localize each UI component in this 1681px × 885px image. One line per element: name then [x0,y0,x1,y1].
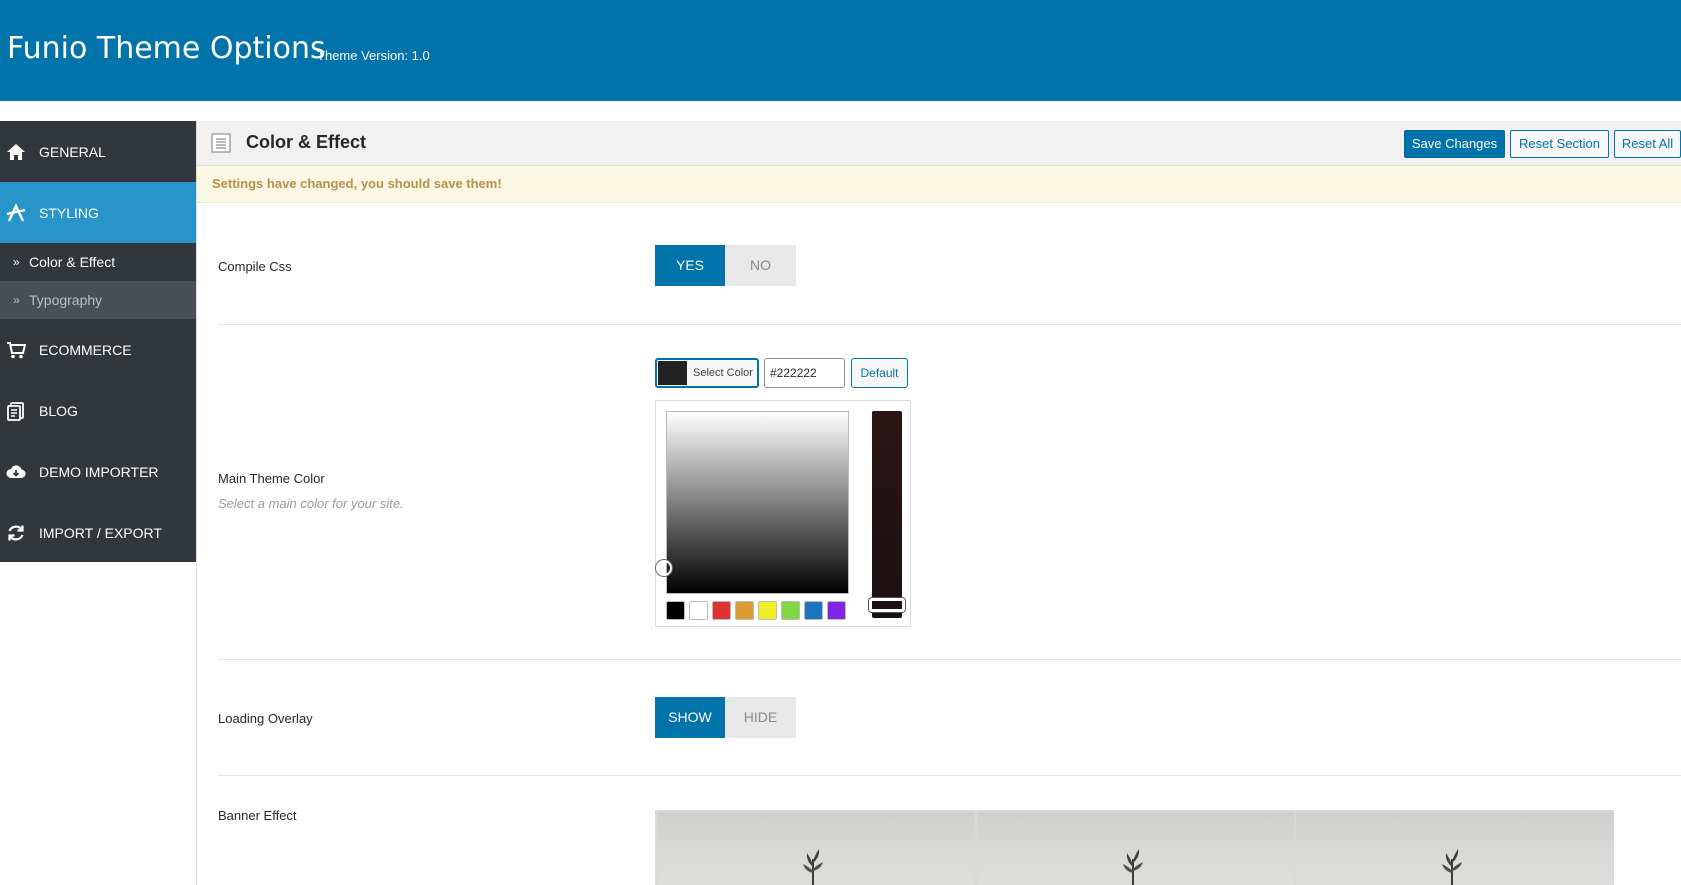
sidebar-item-label: ECOMMERCE [39,341,132,358]
sidebar-item-label: IMPORT / EXPORT [39,524,162,541]
sidebar-item-demo-importer[interactable]: DEMO IMPORTER [0,441,196,502]
select-color-button[interactable]: Select Color [655,358,759,388]
saturation-square[interactable] [666,411,849,594]
compile-css-yes-button[interactable]: YES [655,245,725,286]
compile-css-label: Compile Css [218,259,292,274]
loading-overlay-show-button[interactable]: SHOW [655,697,725,738]
theme-version: Theme Version: 1.0 [317,48,430,63]
page-title: Funio Theme Options [7,31,326,66]
palette-swatch-orange[interactable] [735,601,754,620]
reset-all-button[interactable]: Reset All [1614,130,1681,158]
hex-color-input[interactable] [764,358,845,388]
palette-swatch-yellow[interactable] [758,601,777,620]
sidebar-item-label: GENERAL [39,143,106,160]
divider [218,659,1681,660]
plant-image [803,849,823,885]
refresh-icon [8,525,24,540]
sidebar-item-general[interactable]: GENERAL [0,121,196,182]
save-changes-button[interactable]: Save Changes [1404,130,1505,158]
default-color-button[interactable]: Default [851,358,908,388]
palette-swatch-white[interactable] [689,601,708,620]
compile-css-toggle: YES NO [655,245,796,286]
options-panel: Color & Effect Save Changes Reset Sectio… [196,121,1681,885]
notice-text: Settings have changed, you should save t… [212,176,502,191]
plant-image [1123,849,1143,885]
saturation-handle[interactable] [656,560,672,576]
sidebar-subitem-label: Typography [29,292,103,308]
section-header: Color & Effect Save Changes Reset Sectio… [197,121,1681,166]
unsaved-notice: Settings have changed, you should save t… [197,166,1681,203]
sidebar-subitem-label: Color & Effect [29,254,116,270]
sidebar-item-label: BLOG [39,402,78,419]
hue-slider[interactable] [872,411,902,618]
cloud-download-icon [6,464,26,478]
double-chevron-icon: » [13,255,20,269]
sidebar: GENERAL STYLING » Color & Effect » Typog… [0,121,196,562]
loading-overlay-label: Loading Overlay [218,711,313,726]
sidebar-item-blog[interactable]: BLOG [0,380,196,441]
palette-swatch-black[interactable] [666,601,685,620]
cart-icon [7,341,26,358]
banner-effect-option[interactable] [1296,812,1614,885]
sidebar-item-import-export[interactable]: IMPORT / EXPORT [0,502,196,563]
sidebar-item-ecommerce[interactable]: ECOMMERCE [0,319,196,380]
banner-effect-options [655,810,1614,885]
section-title: Color & Effect [246,132,367,152]
double-chevron-icon: » [13,293,20,307]
sidebar-subitem-color-effect[interactable]: » Color & Effect [0,243,196,281]
sidebar-item-label: DEMO IMPORTER [39,463,159,480]
main-theme-color-description: Select a main color for your site. [218,496,404,511]
banner-effect-option[interactable] [977,812,1295,885]
loading-overlay-hide-button[interactable]: HIDE [725,697,796,738]
palette-swatch-green[interactable] [781,601,800,620]
reset-section-button[interactable]: Reset Section [1510,130,1609,158]
divider [218,775,1681,776]
hue-slider-handle[interactable] [869,598,905,612]
palette-swatch-purple[interactable] [827,601,846,620]
page-header: Funio Theme Options Theme Version: 1.0 [0,0,1681,101]
loading-overlay-toggle: SHOW HIDE [655,697,796,738]
palette-swatch-red[interactable] [712,601,731,620]
blog-icon [7,401,24,421]
compile-css-no-button[interactable]: NO [725,245,796,286]
color-picker [655,400,911,627]
palette-swatch-blue[interactable] [804,601,823,620]
banner-effect-label: Banner Effect [218,808,297,823]
plant-image [1442,849,1462,885]
sidebar-item-label: STYLING [39,204,99,221]
select-color-label: Select Color [693,367,753,379]
main-theme-color-label: Main Theme Color [218,471,325,486]
banner-effect-option[interactable] [657,812,975,885]
current-color-swatch [658,361,687,385]
divider [218,324,1681,325]
home-icon [7,143,25,160]
section-list-icon [211,133,231,153]
sidebar-item-styling[interactable]: STYLING [0,182,196,243]
sidebar-subitem-typography[interactable]: » Typography [0,281,196,319]
styling-icon [6,202,26,222]
